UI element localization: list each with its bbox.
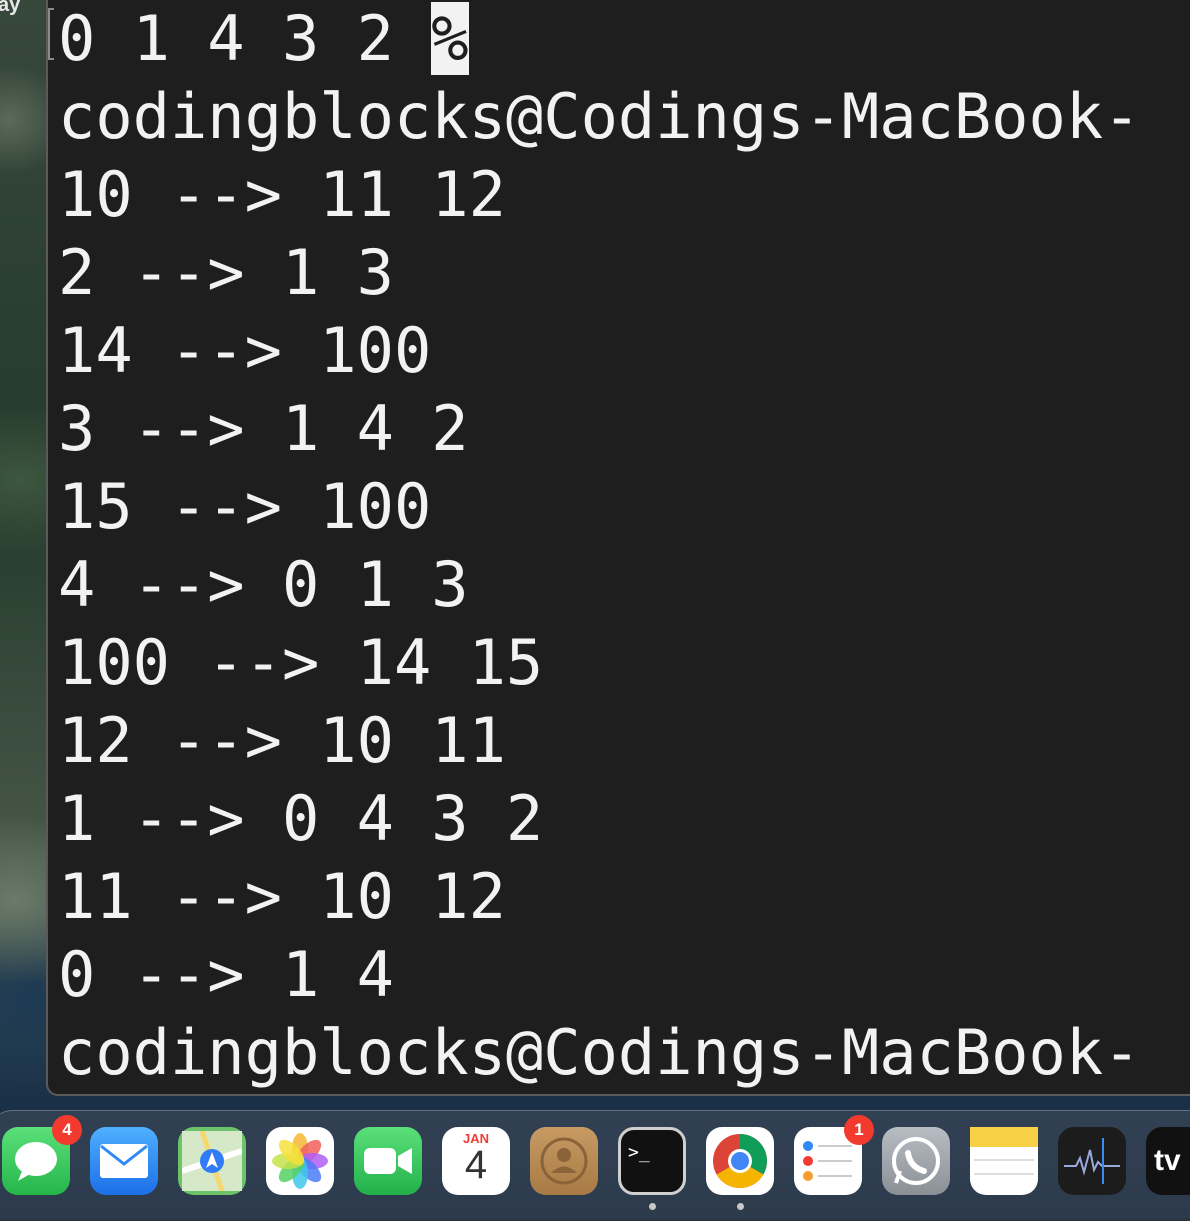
activity-monitor-app-icon[interactable] [1058,1127,1126,1195]
terminal-line: 15 --> 100 [58,468,1141,546]
terminal-line: 0 1 4 3 2 % [58,0,1141,78]
notification-badge: 4 [52,1115,82,1145]
terminal-line-text: 3 --> 1 4 2 [58,392,469,465]
terminal-line-text: 1 --> 0 4 3 2 [58,782,544,855]
terminal-line: 10 --> 11 12 [58,156,1141,234]
terminal-line-text: codingblocks@Codings-MacBook- [58,80,1141,153]
terminal-line-text: codingblocks@Codings-MacBook- [58,1016,1141,1089]
photos-app-icon[interactable] [266,1127,334,1195]
terminal-line-text: 0 --> 1 4 [58,938,394,1011]
notification-badge: 1 [844,1115,874,1145]
reminders-glyph-icon [800,1136,856,1186]
terminal-line-text: 2 --> 1 3 [58,236,394,309]
terminal-line: 11 --> 10 12 [58,858,1141,936]
apple-tv-label: tv [1154,1144,1181,1177]
terminal-line: 14 --> 100 [58,312,1141,390]
messages-app-icon[interactable]: 4 [2,1115,82,1195]
mail-glyph-icon [99,1143,149,1179]
maps-app-icon[interactable] [178,1127,246,1195]
terminal-line: 2 --> 1 3 [58,234,1141,312]
whatsapp-app-icon[interactable] [882,1127,950,1195]
whatsapp-glyph-icon [888,1133,944,1189]
reminders-app-icon[interactable]: 1 [794,1115,874,1195]
terminal-line-text: 0 1 4 3 2 [58,2,432,75]
desktop-corner-label: ay [0,0,21,16]
terminal-line-text: 10 --> 11 12 [58,158,506,231]
apple-tv-app-icon[interactable]: tv [1146,1127,1190,1195]
terminal-line: codingblocks@Codings-MacBook- [58,1014,1141,1092]
terminal-line-text: 12 --> 10 11 [58,704,506,777]
notes-glyph-icon [970,1127,1038,1195]
terminal-cursor: % [431,2,469,75]
dock: 4 JAN 4 >_ 1 tv [0,1110,1190,1221]
photos-glyph-icon [272,1133,328,1189]
terminal-line-text: 100 --> 14 15 [58,626,544,699]
notes-app-icon[interactable] [970,1127,1038,1195]
terminal-line: 100 --> 14 15 [58,624,1141,702]
terminal-line: 0 --> 1 4 [58,936,1141,1014]
calendar-app-icon[interactable]: JAN 4 [442,1127,510,1195]
chrome-glyph-icon [710,1131,770,1191]
terminal-app-icon[interactable]: >_ [618,1127,686,1195]
terminal-line-text: 14 --> 100 [58,314,432,387]
maps-glyph-icon [182,1131,242,1191]
terminal-line-text: 15 --> 100 [58,470,432,543]
contacts-app-icon[interactable] [530,1127,598,1195]
terminal-glyph-icon: >_ [624,1136,680,1186]
terminal-line: 1 --> 0 4 3 2 [58,780,1141,858]
terminal-line: 3 --> 1 4 2 [58,390,1141,468]
facetime-glyph-icon [364,1146,412,1176]
terminal-line: 12 --> 10 11 [58,702,1141,780]
activity-monitor-glyph-icon [1062,1136,1122,1186]
chrome-app-icon[interactable] [706,1127,774,1195]
running-indicator [649,1203,656,1210]
contacts-glyph-icon [539,1136,589,1186]
mail-app-icon[interactable] [90,1127,158,1195]
running-indicator [737,1203,744,1210]
terminal-line: 4 --> 0 1 3 [58,546,1141,624]
terminal-line-text: 4 --> 0 1 3 [58,548,469,621]
messages-glyph-icon [12,1139,60,1183]
svg-text:>_: >_ [628,1142,650,1163]
terminal-line-text: 11 --> 10 12 [58,860,506,933]
terminal-line: codingblocks@Codings-MacBook- [58,78,1141,156]
terminal-output: 0 1 4 3 2 % codingblocks@Codings-MacBook-… [58,0,1141,1092]
line-marker [48,8,54,60]
terminal-window[interactable]: 0 1 4 3 2 % codingblocks@Codings-MacBook-… [46,0,1190,1096]
calendar-day-label: 4 [464,1143,488,1187]
facetime-app-icon[interactable] [354,1127,422,1195]
